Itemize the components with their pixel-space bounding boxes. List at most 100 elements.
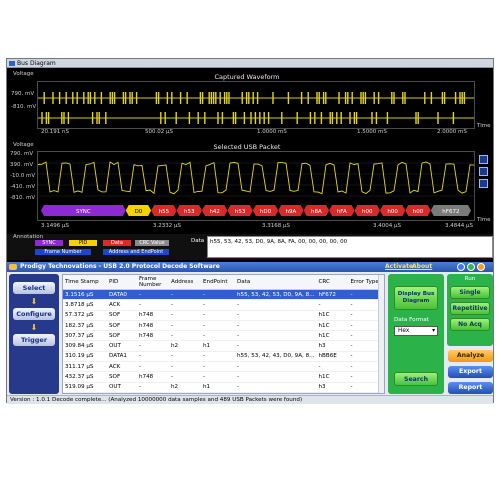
table-row[interactable]: 310.19 µS DATA1- - - h55, 53, 42, 43, D0, 9A… — [63, 351, 384, 363]
captured-vhi: 790. mV — [11, 91, 35, 97]
table-row[interactable]: 309.84 µS OUT - h2 h1- h3- — [63, 340, 384, 352]
help-icon[interactable] — [457, 263, 465, 271]
table-cell: - — [169, 310, 201, 321]
table-row[interactable]: 519.09 µS OUT - h2 h1- h3- — [63, 382, 384, 393]
table-cell: - — [201, 299, 235, 311]
minimize-icon[interactable] — [467, 263, 475, 271]
bus-segment-label: hF672 — [442, 209, 459, 215]
close-icon[interactable] — [477, 263, 485, 271]
packet-vtick-3: -410. mV — [10, 184, 36, 190]
down-arrow-icon: ⬇ — [30, 297, 38, 306]
table-cell: 182.37 µS — [63, 320, 107, 332]
table-scrollbar[interactable] — [378, 275, 384, 393]
down-arrow-icon: ⬇ — [30, 323, 38, 332]
captured-voltage-label: Voltage — [13, 71, 34, 77]
table-cell: - — [169, 371, 201, 383]
captured-tick-4: 2.0000 mS — [437, 129, 467, 135]
table-cell: h2 — [169, 340, 201, 352]
table-row[interactable]: 3.8718 µS ACK - - - - - - — [63, 299, 384, 311]
col-address[interactable]: Address — [169, 275, 201, 290]
table-row[interactable]: 307.37 µS SOF h748- - - h1C - — [63, 330, 384, 342]
legend-pid: PID — [69, 240, 97, 246]
col-pid[interactable]: PID — [107, 275, 137, 290]
packet-tick-1: 3.2332 µS — [153, 223, 181, 229]
table-cell: - — [235, 330, 317, 342]
table-row[interactable]: 182.37 µS SOF h748- - - h1C - — [63, 320, 384, 332]
bus-segment-label: SYNC — [76, 209, 91, 215]
trigger-button[interactable]: Trigger — [13, 334, 55, 346]
packet-voltage-label: Voltage — [13, 142, 34, 148]
table-cell: h55, 53, 42, 53, D0, 9A, 8... — [235, 289, 317, 301]
about-link[interactable]: About — [412, 262, 432, 272]
col-crc[interactable]: CRC — [316, 275, 349, 290]
captured-waveform-svg — [38, 92, 474, 124]
table-cell: h3 — [316, 382, 349, 393]
packet-tick-4: 3.4844 µS — [445, 223, 473, 229]
table-row[interactable]: 57.372 µS SOF h748- - - h1C - — [63, 310, 384, 321]
packet-vtick-4: -810. mV — [10, 195, 36, 201]
captured-time-label: Time — [477, 123, 491, 129]
table-cell: - — [137, 299, 169, 311]
packet-tick-0: 3.1496 µS — [41, 223, 69, 229]
data-value-field[interactable]: h55, 53, 42, 53, D0, 9A, 8A, FA, 00, 00,… — [207, 236, 493, 258]
legend-data: Data — [103, 240, 131, 246]
window-titlebar: Bus Diagram — [7, 59, 493, 68]
packet-waveform-plot[interactable]: SYNC D0 h55 h53 h42 h53 hD0 h9A h8A hFA h00 h00 h00 h… — [37, 151, 475, 221]
table-row[interactable]: 432.37 µS SOF h748- - - h1C - — [63, 371, 384, 383]
analyze-button[interactable]: Analyze — [448, 350, 493, 362]
packet-vtick-0: 790. mV — [10, 151, 34, 157]
table-cell: - — [235, 310, 317, 321]
table-row[interactable]: 311.17 µS ACK - - - - - - — [63, 361, 384, 373]
table-cell: h748 — [137, 320, 169, 332]
table-cell: h1 — [201, 340, 235, 352]
table-cell: - — [235, 361, 317, 373]
captured-tick-2: 1.0000 mS — [257, 129, 287, 135]
table-cell: h2 — [169, 382, 201, 393]
prodigy-logo-icon — [9, 264, 17, 270]
repetitive-button[interactable]: Repetitive — [450, 302, 490, 315]
search-pane: Display Bus Diagram Data Format Hex ▾ Se… — [388, 274, 444, 394]
software-titlebar: Prodigy Technovations - USB 2.0 Protocol… — [7, 262, 493, 272]
zoom-in-button[interactable] — [479, 155, 488, 164]
search-button[interactable]: Search — [394, 372, 438, 386]
col-time-stamp[interactable]: Time Stamp — [63, 275, 107, 290]
captured-vlo: -810. mV — [11, 104, 37, 110]
activate-link[interactable]: Activate — [385, 262, 413, 272]
packet-tick-2: 3.3168 µS — [262, 223, 290, 229]
col-frame-number[interactable]: Frame Number — [137, 275, 169, 290]
packet-title: Selected USB Packet — [213, 143, 281, 151]
table-cell: - — [201, 371, 235, 383]
bus-segment-label: h53 — [235, 209, 246, 215]
data-format-select[interactable]: Hex ▾ — [394, 326, 438, 336]
export-button[interactable]: Export — [448, 366, 493, 378]
captured-tick-1: 500.02 µS — [145, 129, 173, 135]
bus-segment-label: h8A — [311, 209, 322, 215]
packet-tick-3: 3.4004 µS — [373, 223, 401, 229]
bus-segment-label: h53 — [184, 209, 195, 215]
table-cell: 3.1516 µS — [63, 289, 107, 301]
run-pane: Run Single Repetitive No Acq — [447, 274, 493, 346]
no-acq-button[interactable]: No Acq — [450, 318, 490, 331]
packet-waveform-svg: SYNC D0 h55 h53 h42 h53 hD0 h9A h8A hFA h00 h00 h00 h… — [37, 161, 475, 216]
table-cell: - — [235, 382, 317, 393]
captured-waveform-plot[interactable] — [37, 81, 475, 129]
bus-diagram-window: Bus Diagram Voltage Captured Waveform 79… — [6, 58, 494, 404]
decode-software-panel: Prodigy Technovations - USB 2.0 Protocol… — [7, 262, 493, 404]
window-title: Bus Diagram — [17, 60, 56, 67]
select-button[interactable]: Select — [13, 282, 55, 294]
zoom-out-button[interactable] — [479, 167, 488, 176]
workflow-pane: Select ⬇ Configure ⬇ Trigger — [9, 274, 59, 394]
col-data[interactable]: Data — [235, 275, 317, 290]
configure-button[interactable]: Configure — [13, 308, 55, 320]
packet-table: Time Stamp PID Frame Number Address EndP… — [62, 274, 385, 394]
col-endpoint[interactable]: EndPoint — [201, 275, 235, 290]
bus-segment-label: hFA — [337, 209, 347, 215]
legend-crc: CRC Value — [135, 240, 169, 246]
display-bus-diagram-button[interactable]: Display Bus Diagram — [394, 286, 438, 310]
zoom-fit-button[interactable] — [479, 179, 488, 188]
report-button[interactable]: Report — [448, 382, 493, 394]
table-row[interactable]: 3.1516 µS DATA0- - - h55, 53, 42, 53, D0, 9A… — [63, 289, 384, 301]
run-label: Run — [464, 276, 476, 282]
single-button[interactable]: Single — [450, 286, 490, 299]
legend-address-endpoint: Address and EndPoint — [103, 249, 169, 255]
